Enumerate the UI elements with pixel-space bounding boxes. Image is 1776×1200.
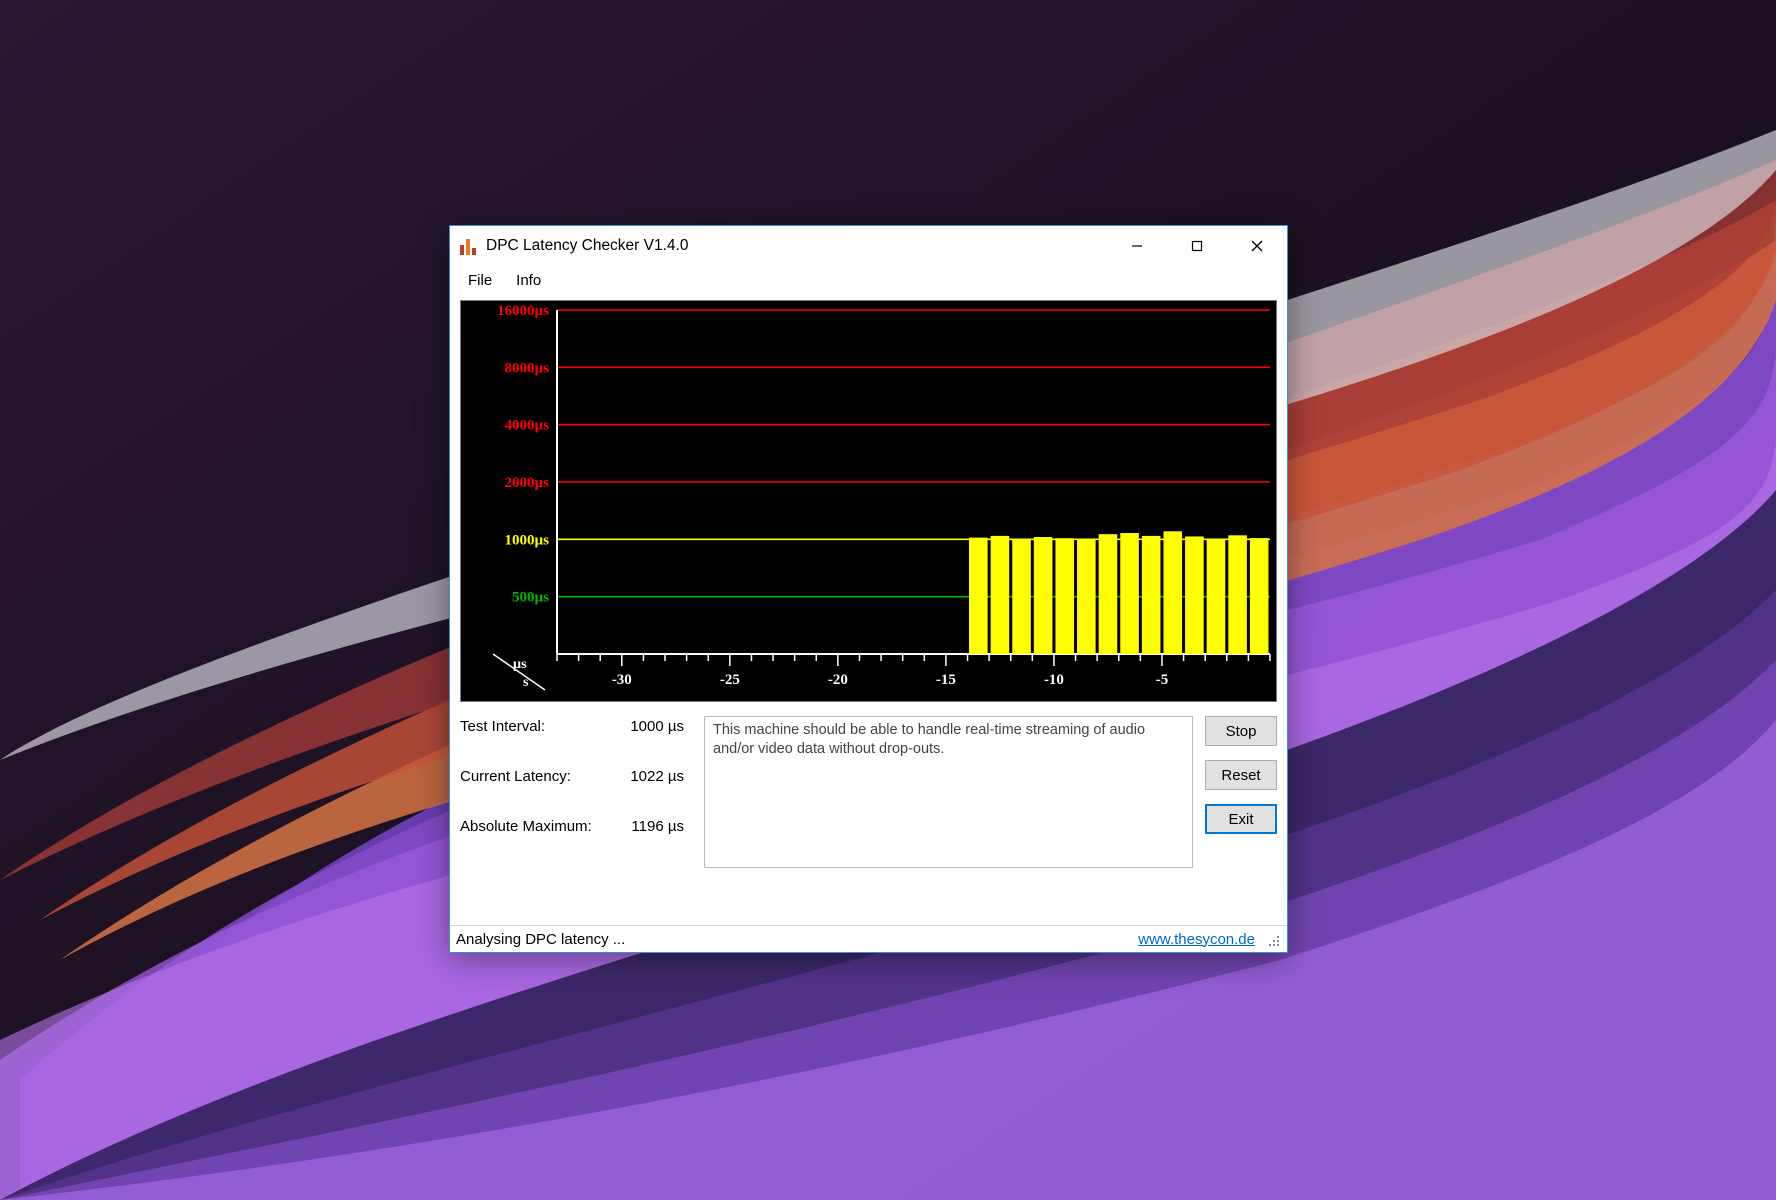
menu-file[interactable]: File <box>456 270 504 291</box>
svg-text:-20: -20 <box>828 672 848 688</box>
svg-text:-15: -15 <box>936 672 956 688</box>
menu-info[interactable]: Info <box>504 270 553 291</box>
svg-text:-30: -30 <box>612 672 632 688</box>
maximize-icon <box>1191 240 1203 252</box>
absolute-max-label: Absolute Maximum: <box>460 816 592 835</box>
reset-button[interactable]: Reset <box>1205 760 1277 790</box>
svg-text:2000µs: 2000µs <box>505 475 550 491</box>
app-window: DPC Latency Checker V1.4.0 File Info 500… <box>449 225 1288 953</box>
window-title: DPC Latency Checker V1.4.0 <box>486 237 688 255</box>
menubar: File Info <box>450 266 1287 294</box>
svg-text:500µs: 500µs <box>512 590 549 606</box>
status-message: This machine should be able to handle re… <box>704 716 1193 868</box>
svg-text:-10: -10 <box>1044 672 1064 688</box>
current-latency-label: Current Latency: <box>460 766 571 785</box>
close-button[interactable] <box>1227 226 1287 266</box>
svg-text:1000µs: 1000µs <box>505 532 550 548</box>
status-text: Analysing DPC latency ... <box>456 931 625 948</box>
latency-chart: 500µs 1000µs 2000µs 4000µs 8000µs 16000µs -30 -… <box>460 300 1277 702</box>
titlebar[interactable]: DPC Latency Checker V1.4.0 <box>450 226 1287 266</box>
app-icon <box>460 237 478 255</box>
svg-text:4000µs: 4000µs <box>505 418 550 434</box>
absolute-max-value: 1196 µs <box>631 816 692 835</box>
svg-text:16000µs: 16000µs <box>497 303 549 319</box>
stop-button[interactable]: Stop <box>1205 716 1277 746</box>
svg-text:8000µs: 8000µs <box>505 360 550 376</box>
minimize-icon <box>1131 240 1143 252</box>
svg-text:-5: -5 <box>1156 672 1169 688</box>
stats-panel: Test Interval: 1000 µs Current Latency: … <box>460 716 692 868</box>
vendor-link[interactable]: www.thesycon.de <box>1138 931 1255 948</box>
maximize-button[interactable] <box>1167 226 1227 266</box>
resize-grip-icon[interactable] <box>1263 930 1281 948</box>
chart-canvas: 500µs 1000µs 2000µs 4000µs 8000µs 16000µs -30 -… <box>461 301 1276 701</box>
exit-button[interactable]: Exit <box>1205 804 1277 834</box>
current-latency-value: 1022 µs <box>630 766 692 785</box>
minimize-button[interactable] <box>1107 226 1167 266</box>
desktop: DPC Latency Checker V1.4.0 File Info 500… <box>0 0 1776 1200</box>
test-interval-label: Test Interval: <box>460 716 545 735</box>
test-interval-value: 1000 µs <box>630 716 692 735</box>
svg-text:-25: -25 <box>720 672 740 688</box>
statusbar: Analysing DPC latency ... www.thesycon.d… <box>450 925 1287 952</box>
close-icon <box>1251 240 1263 252</box>
